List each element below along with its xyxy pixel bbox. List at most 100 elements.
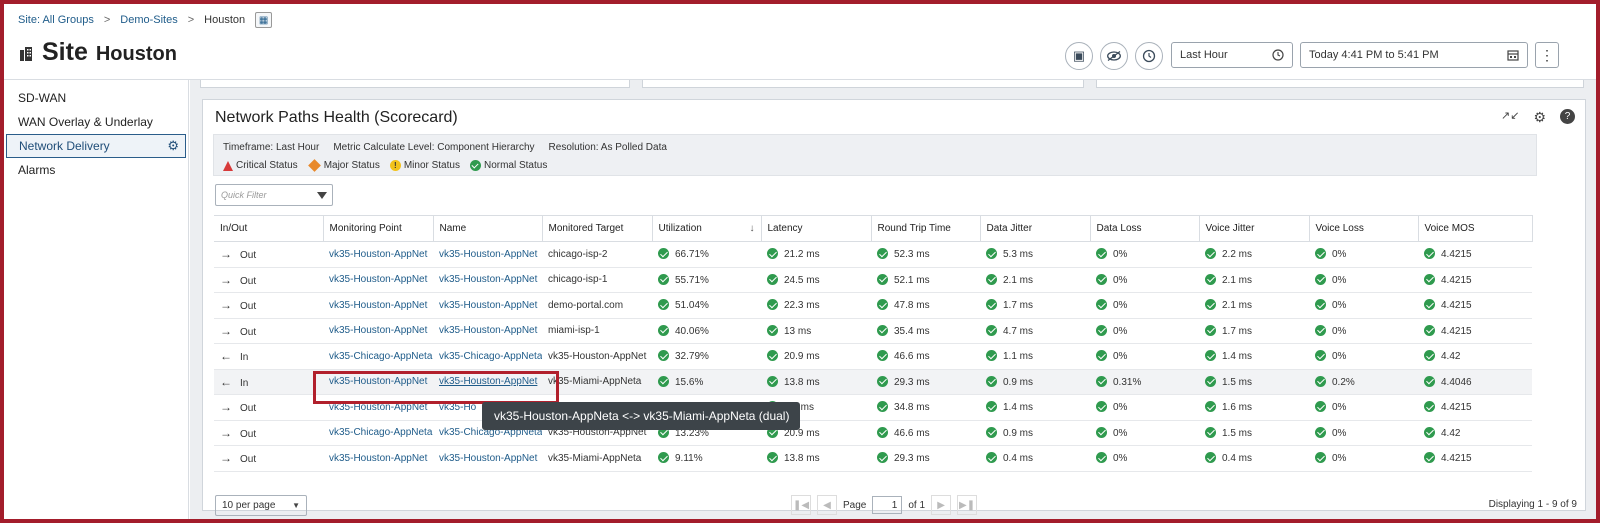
cell-voice-jitter: 1.7 ms — [1199, 318, 1309, 344]
history-button[interactable] — [1135, 42, 1163, 70]
cell-voice-mos: 4.4215 — [1418, 318, 1532, 344]
cell-monitoring-point-text[interactable]: vk35-Houston-AppNet — [329, 453, 427, 464]
prev-page-button[interactable]: ◀ — [817, 495, 837, 515]
sidebar-item-sd-wan[interactable]: SD-WAN — [4, 86, 188, 110]
table-row[interactable]: → Out vk35-Houston-AppNet vk35-Houston-AppN… — [214, 267, 1532, 293]
help-icon[interactable]: ? — [1560, 109, 1575, 124]
cell-data-loss-text: 0% — [1113, 249, 1128, 261]
cell-monitoring-point-text[interactable]: vk35-Chicago-AppNeta — [329, 427, 432, 438]
site-hierarchy-icon[interactable]: ▦ — [255, 12, 273, 28]
cell-monitored-target: demo-portal.com — [542, 292, 652, 319]
cell-monitoring-point[interactable]: vk35-Houston-AppNet — [323, 445, 433, 472]
cell-name-text[interactable]: vk35-Houston-AppNet — [439, 300, 537, 311]
normal-status-icon — [658, 375, 669, 387]
quick-filter-input[interactable]: Quick Filter — [215, 184, 333, 206]
col-voice-loss[interactable]: Voice Loss — [1309, 215, 1419, 242]
gear-icon[interactable]: ⚙ — [167, 138, 179, 154]
sidebar-item-label: Network Delivery — [19, 139, 110, 153]
last-page-button[interactable]: ▶❚ — [957, 495, 978, 515]
cell-name[interactable]: vk35-Chicago-AppNeta — [433, 343, 542, 370]
cell-monitoring-point[interactable]: vk35-Chicago-AppNeta — [323, 343, 433, 370]
cell-utilization-text: 55.71% — [675, 274, 709, 286]
cell-monitoring-point-text[interactable]: vk35-Houston-AppNet — [329, 274, 427, 285]
cell-name[interactable]: vk35-Houston-AppNet — [433, 318, 542, 344]
col-utilization[interactable]: Utilization ↓ — [652, 215, 762, 242]
visibility-button[interactable] — [1100, 42, 1128, 70]
cell-monitoring-point-text[interactable]: vk35-Chicago-AppNeta — [329, 351, 432, 362]
kebab-menu-button[interactable]: ⋮ — [1535, 42, 1559, 68]
sidebar-item-network-delivery[interactable]: Network Delivery ⚙ — [6, 134, 186, 158]
time-range-picker[interactable]: Today 4:41 PM to 5:41 PM — [1300, 42, 1528, 68]
cell-name[interactable]: vk35-Houston-AppNet — [433, 241, 542, 268]
col-voice-jitter[interactable]: Voice Jitter — [1199, 215, 1310, 242]
cell-round-trip-time-text: 46.6 ms — [894, 427, 930, 439]
first-page-button[interactable]: ❚◀ — [791, 495, 811, 515]
col-monitoring-point[interactable]: Monitoring Point — [323, 215, 434, 242]
cell-data-loss-text: 0% — [1113, 402, 1128, 414]
cell-name-text[interactable]: vk35-Houston-AppNet — [439, 453, 537, 464]
time-period-select[interactable]: Last Hour — [1171, 42, 1293, 68]
page-input[interactable]: 1 — [872, 496, 903, 514]
table-row[interactable]: → Out vk35-Houston-AppNet vk35-Houston-AppN… — [214, 445, 1532, 472]
pager-controls: ❚◀ ◀ Page 1 of 1 ▶ ▶❚ — [791, 495, 978, 515]
breadcrumb-demo-sites[interactable]: Demo-Sites — [120, 14, 177, 26]
normal-status-icon — [1315, 299, 1326, 311]
cell-name-text[interactable]: vk35-Houston-AppNet — [439, 325, 537, 336]
cell-latency: 22.3 ms — [761, 292, 871, 319]
next-page-button[interactable]: ▶ — [931, 495, 952, 515]
cell-monitoring-point-text[interactable]: vk35-Houston-AppNet — [329, 249, 427, 260]
normal-status-icon — [986, 350, 997, 362]
cell-name-text[interactable]: vk35-Houston-AppNet — [439, 274, 537, 285]
cell-monitoring-point[interactable]: vk35-Houston-AppNet — [323, 241, 433, 268]
table-row[interactable]: → Out vk35-Houston-AppNet vk35-Houston-AppN… — [214, 318, 1532, 344]
cell-name[interactable]: vk35-Houston-AppNet — [433, 292, 542, 319]
arrow-right-icon: → — [220, 451, 232, 466]
table-row[interactable]: ← In vk35-Chicago-AppNeta vk35-Chicago-AppN… — [214, 343, 1532, 370]
col-name[interactable]: Name — [433, 215, 543, 242]
cell-monitoring-point-text[interactable]: vk35-Houston-AppNet — [329, 325, 427, 336]
cell-data-jitter-text: 1.1 ms — [1003, 351, 1034, 363]
col-round-trip-time[interactable]: Round Trip Time — [871, 215, 981, 242]
table-row[interactable]: → Out vk35-Chicago-AppNeta vk35-Chicago-App… — [214, 420, 1532, 446]
cell-round-trip-time: 29.3 ms — [871, 445, 980, 472]
collapse-icon[interactable]: ↗↙ — [1501, 109, 1519, 126]
cell-data-jitter-text: 0.9 ms — [1003, 376, 1034, 388]
cell-monitored-target-text: chicago-isp-2 — [548, 248, 608, 260]
table-row[interactable]: → Out vk35-Houston-AppNet vk35-Houston-AppN… — [214, 292, 1532, 319]
cell-monitored-target-text: vk35-Miami-AppNeta — [548, 452, 642, 464]
breadcrumb: Site: All Groups > Demo-Sites > Houston … — [18, 12, 273, 28]
cell-name[interactable]: vk35-Houston-AppNet — [433, 267, 542, 293]
cell-monitoring-point[interactable]: vk35-Houston-AppNet — [323, 267, 433, 293]
gear-icon[interactable]: ⚙ — [1533, 109, 1546, 126]
cell-name-text[interactable]: vk35-Chicago-AppNeta — [439, 351, 542, 362]
normal-status-icon — [1315, 375, 1326, 387]
col-in-out[interactable]: In/Out — [214, 215, 324, 242]
cell-round-trip-time: 35.4 ms — [871, 318, 980, 344]
building-button[interactable]: ▣ — [1065, 42, 1093, 70]
clock-icon — [1272, 49, 1284, 61]
cell-voice-mos: 4.4215 — [1418, 445, 1532, 472]
normal-status-icon — [1096, 248, 1107, 260]
sidebar-item-alarms[interactable]: Alarms — [4, 158, 188, 182]
filter-icon[interactable] — [317, 191, 327, 199]
arrow-right-icon: → — [220, 247, 232, 262]
cell-name[interactable]: vk35-Houston-AppNet — [433, 445, 542, 472]
cell-monitoring-point[interactable]: vk35-Houston-AppNet — [323, 318, 433, 344]
sidebar-item-wan-overlay[interactable]: WAN Overlay & Underlay — [4, 110, 188, 134]
cell-monitoring-point[interactable]: vk35-Houston-AppNet — [323, 292, 433, 319]
cell-monitoring-point[interactable]: vk35-Chicago-AppNeta — [323, 420, 433, 446]
col-data-jitter[interactable]: Data Jitter — [980, 215, 1091, 242]
per-page-select[interactable]: 10 per page ▼ — [215, 495, 307, 516]
breadcrumb-all-groups[interactable]: Site: All Groups — [18, 14, 94, 26]
cell-name-text[interactable]: vk35-Houston-AppNet — [439, 249, 537, 260]
arrow-right-icon: → — [220, 400, 232, 415]
table-row[interactable]: → Out vk35-Houston-AppNet vk35-Houston-AppN… — [214, 241, 1532, 268]
cell-voice-mos-text: 4.4215 — [1441, 300, 1472, 312]
col-voice-mos[interactable]: Voice MOS — [1418, 215, 1533, 242]
cell-data-loss: 0% — [1090, 318, 1199, 344]
arrow-right-icon: → — [220, 298, 232, 313]
cell-monitoring-point-text[interactable]: vk35-Houston-AppNet — [329, 300, 427, 311]
col-latency[interactable]: Latency — [761, 215, 872, 242]
col-monitored-target[interactable]: Monitored Target — [542, 215, 653, 242]
col-data-loss[interactable]: Data Loss — [1090, 215, 1200, 242]
